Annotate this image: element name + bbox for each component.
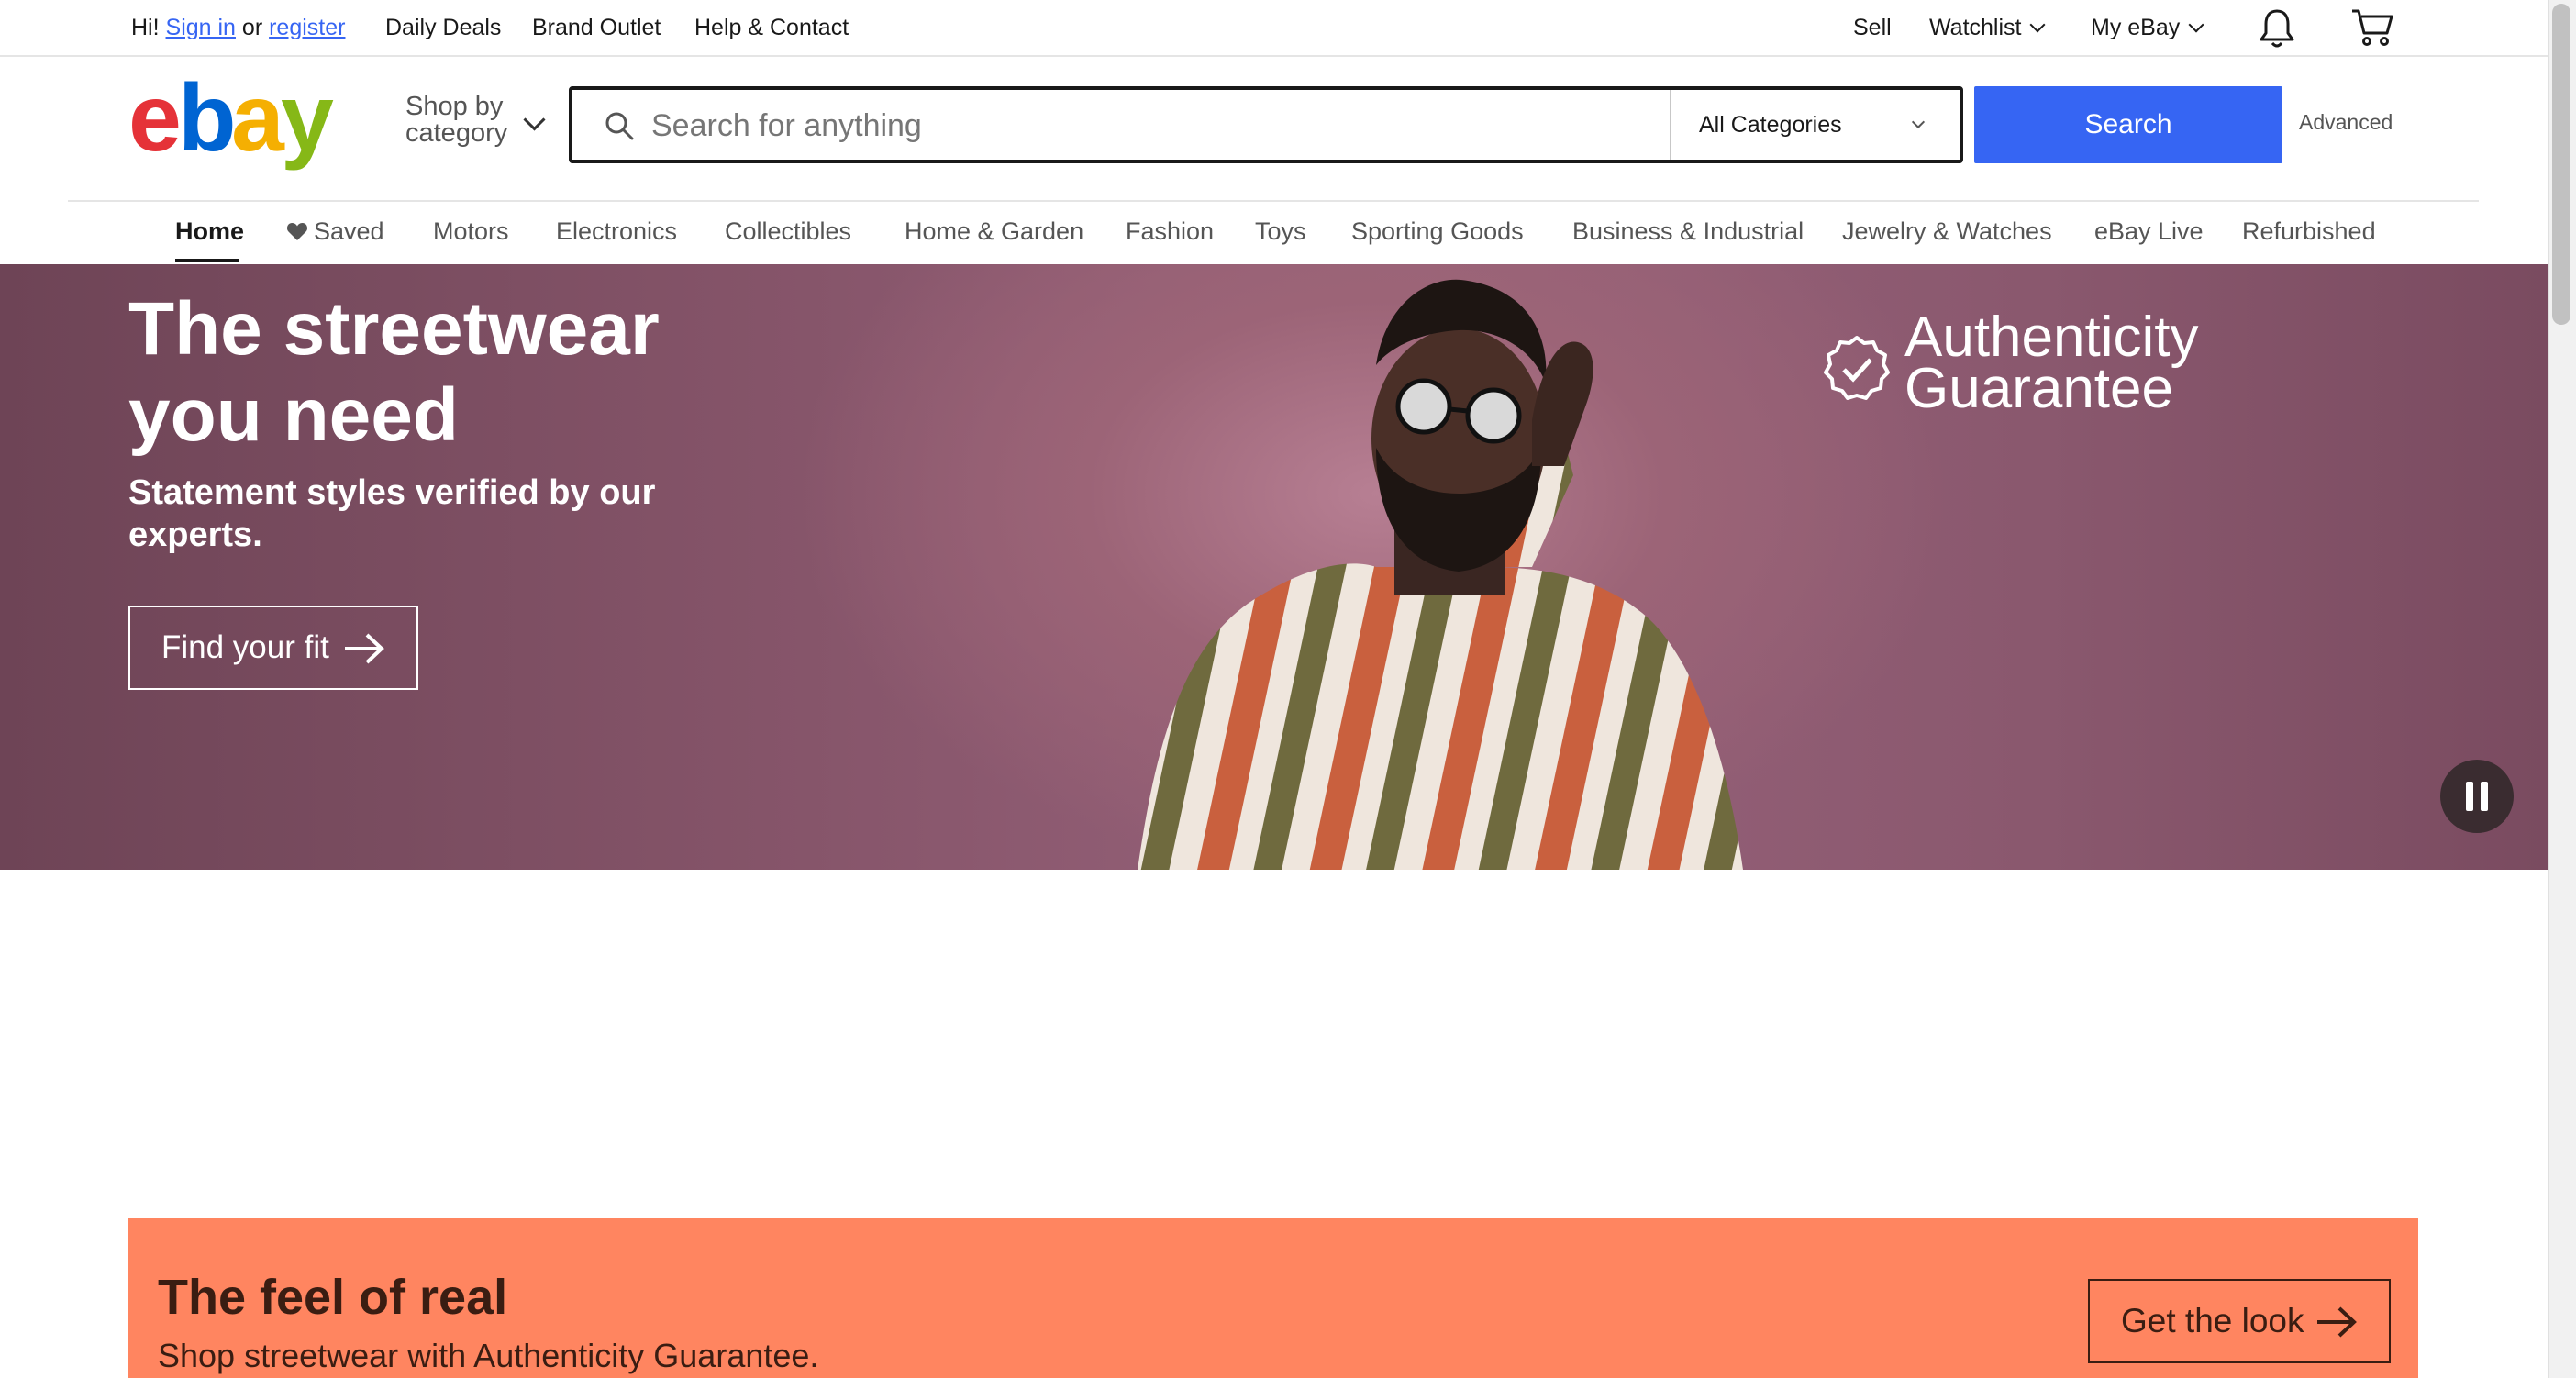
nav-divider (68, 200, 2479, 202)
svg-text:e: e (128, 79, 179, 171)
nav-sporting-goods[interactable]: Sporting Goods (1351, 213, 1524, 250)
my-ebay-menu[interactable]: My eBay (2091, 11, 2204, 44)
check-badge-icon (1824, 336, 1890, 400)
search-button[interactable]: Search (1974, 86, 2282, 163)
watchlist-label: Watchlist (1929, 15, 2022, 40)
find-your-fit-button[interactable]: Find your fit (128, 606, 418, 690)
brand-outlet-link[interactable]: Brand Outlet (532, 11, 661, 44)
svg-text:a: a (231, 79, 285, 171)
nav-saved-label: Saved (314, 217, 384, 245)
heart-icon (286, 223, 308, 240)
nav-motors[interactable]: Motors (433, 213, 509, 250)
help-contact-link[interactable]: Help & Contact (694, 11, 849, 44)
daily-deals-link[interactable]: Daily Deals (385, 11, 501, 44)
get-the-look-label: Get the look (2121, 1302, 2304, 1339)
greeting: Hi! (131, 15, 160, 40)
sell-link[interactable]: Sell (1853, 11, 1892, 44)
nav-toys[interactable]: Toys (1255, 213, 1306, 250)
chevron-down-icon (1911, 115, 1926, 129)
pause-button[interactable] (2440, 760, 2514, 833)
promo-title: The feel of real (158, 1270, 508, 1325)
chevron-down-icon (2029, 17, 2046, 33)
advanced-search-link[interactable]: Advanced (2299, 110, 2393, 135)
nav-ebay-live[interactable]: eBay Live (2094, 213, 2204, 250)
promo-banner: The feel of real Shop streetwear with Au… (128, 1218, 2418, 1378)
nav-refurbished[interactable]: Refurbished (2242, 213, 2376, 250)
hero-subtitle: Statement styles verified by our experts… (128, 473, 656, 554)
my-ebay-label: My eBay (2091, 15, 2181, 40)
shop-by-category-button[interactable]: Shop by category (405, 94, 561, 154)
active-tab-underline (175, 259, 239, 262)
sign-in-link[interactable]: Sign in (166, 15, 236, 40)
svg-text:b: b (178, 79, 233, 171)
cart-icon[interactable] (2350, 7, 2394, 48)
badge-line-2: Guarantee (1904, 357, 2173, 420)
or-text: or (241, 15, 263, 40)
chevron-down-icon (2188, 17, 2204, 33)
nav-saved[interactable]: Saved (286, 213, 384, 250)
nav-business-industrial[interactable]: Business & Industrial (1572, 213, 1804, 250)
arrow-right-icon (2317, 1306, 2357, 1338)
greeting-text: Hi! Sign in or register (131, 11, 345, 44)
nav-jewelry-watches[interactable]: Jewelry & Watches (1842, 213, 2052, 250)
ebay-logo[interactable]: e b a y (128, 79, 349, 171)
hero-banner: The streetwear you need Statement styles… (0, 264, 2548, 870)
find-your-fit-label: Find your fit (161, 629, 329, 665)
nav-home-garden[interactable]: Home & Garden (905, 213, 1083, 250)
hero-model-image (1138, 279, 1743, 870)
authenticity-guarantee-badge: Authenticity Guarantee (1904, 306, 2199, 420)
svg-text:y: y (281, 79, 334, 171)
hero-title: The streetwear you need (128, 287, 660, 457)
scrollbar-thumb[interactable] (2552, 4, 2570, 325)
search-input[interactable] (650, 97, 1662, 154)
category-select[interactable]: All Categories (1670, 90, 1960, 160)
badge-line-1: Authenticity (1904, 306, 2199, 369)
nav-electronics[interactable]: Electronics (556, 213, 677, 250)
bell-icon[interactable] (2259, 7, 2295, 50)
category-selected: All Categories (1699, 112, 1842, 138)
top-bar: Hi! Sign in or register Daily Deals Bran… (0, 0, 2576, 57)
nav-fashion[interactable]: Fashion (1126, 213, 1214, 250)
arrow-right-icon (345, 633, 384, 664)
watchlist-menu[interactable]: Watchlist (1929, 11, 2046, 44)
search-bar: All Categories (569, 86, 1963, 163)
pause-icon (2466, 782, 2473, 811)
promo-subtitle: Shop streetwear with Authenticity Guaran… (158, 1337, 819, 1374)
nav-home[interactable]: Home (175, 213, 244, 250)
get-the-look-button[interactable]: Get the look (2088, 1279, 2391, 1363)
pause-icon (2481, 782, 2488, 811)
nav-collectibles[interactable]: Collectibles (725, 213, 851, 250)
register-link[interactable]: register (269, 15, 345, 40)
search-icon (605, 112, 634, 140)
